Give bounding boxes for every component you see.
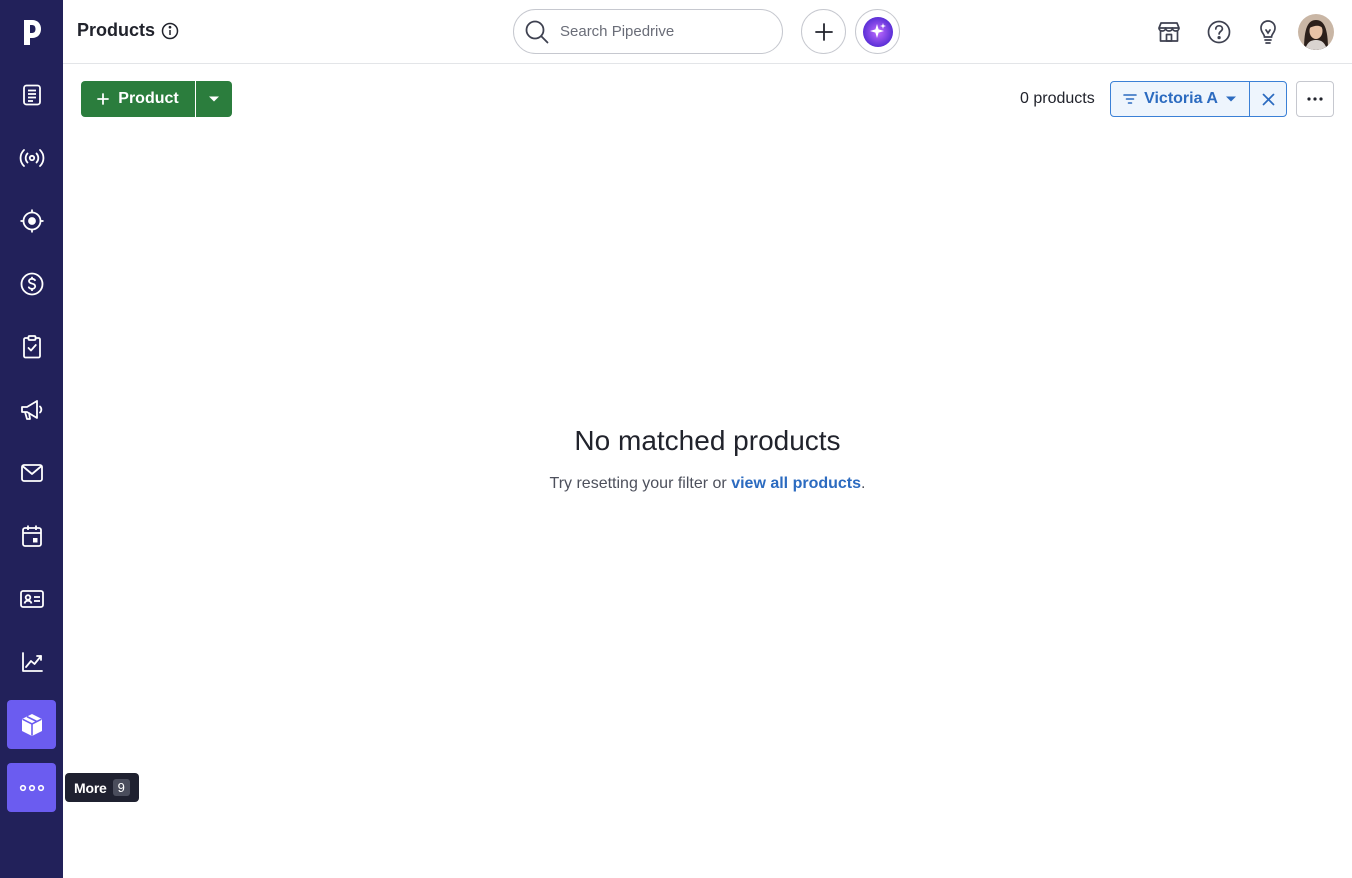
- ellipsis-icon: [1307, 97, 1323, 101]
- ai-assistant-button[interactable]: [855, 9, 900, 54]
- sidebar-item-deals[interactable]: [7, 259, 56, 308]
- info-icon[interactable]: [161, 22, 179, 40]
- clipboard-check-icon: [22, 334, 41, 358]
- products-count: 0 products: [1020, 90, 1095, 107]
- sidebar-item-products[interactable]: [7, 700, 56, 749]
- leads-icon: [22, 84, 41, 105]
- more-dots-icon: [19, 784, 44, 791]
- page-title: Products: [77, 20, 179, 41]
- box-icon: [21, 713, 42, 736]
- store-icon: [1158, 22, 1180, 42]
- target-icon: [20, 209, 43, 232]
- sidebar-item-deals-target[interactable]: [7, 196, 56, 245]
- caret-down-icon: [1225, 96, 1236, 102]
- marketplace-button[interactable]: [1154, 17, 1184, 47]
- plus-icon: [814, 22, 833, 41]
- search-bar[interactable]: [513, 9, 783, 54]
- caret-down-icon: [209, 96, 219, 102]
- add-product-label: Product: [118, 90, 179, 107]
- tips-button[interactable]: [1253, 17, 1283, 47]
- sidebar: [0, 0, 63, 878]
- add-product-dropdown-button[interactable]: [196, 81, 232, 117]
- close-icon: [1262, 93, 1274, 105]
- filter-icon: [1123, 94, 1137, 104]
- sidebar-item-mail[interactable]: [7, 448, 56, 497]
- search-input[interactable]: [560, 23, 760, 40]
- clear-filter-button[interactable]: [1250, 82, 1286, 116]
- sidebar-item-contacts[interactable]: [7, 574, 56, 623]
- sidebar-item-leads[interactable]: [7, 70, 56, 119]
- more-actions-button[interactable]: [1296, 81, 1334, 117]
- sidebar-item-campaigns[interactable]: [7, 385, 56, 434]
- search-icon: [525, 20, 549, 43]
- products-toolbar: Product 0 products Victoria A: [63, 64, 1352, 134]
- ai-sparkle-icon: [862, 16, 893, 47]
- broadcast-icon: [19, 148, 44, 167]
- user-avatar[interactable]: [1298, 14, 1334, 50]
- dollar-icon: [20, 272, 43, 295]
- contact-card-icon: [19, 589, 44, 608]
- help-icon: [1207, 20, 1231, 44]
- more-tooltip: More 9: [65, 773, 139, 802]
- owner-filter: Victoria A: [1110, 81, 1287, 117]
- help-button[interactable]: [1204, 17, 1234, 47]
- empty-state-text-after: .: [861, 475, 866, 492]
- tooltip-shortcut: 9: [112, 779, 130, 796]
- avatar-image: [1298, 14, 1334, 50]
- empty-state-text-before: Try resetting your filter or: [549, 475, 732, 492]
- chart-icon: [21, 651, 43, 672]
- tooltip-label: More: [74, 779, 107, 796]
- empty-state-title: No matched products: [574, 425, 841, 456]
- empty-state-text: Try resetting your filter or view all pr…: [63, 475, 1352, 493]
- owner-filter-label: Victoria A: [1144, 90, 1218, 107]
- calendar-icon: [21, 525, 42, 547]
- view-all-products-link[interactable]: view all products: [731, 475, 861, 492]
- plus-icon: [97, 93, 110, 105]
- owner-filter-button[interactable]: Victoria A: [1111, 82, 1250, 116]
- pipedrive-logo-icon: [23, 19, 41, 45]
- quick-add-button[interactable]: [801, 9, 846, 54]
- mail-icon: [20, 463, 43, 482]
- sidebar-item-insights[interactable]: [7, 637, 56, 686]
- add-product-split-button: Product: [81, 81, 232, 117]
- sidebar-item-calendar[interactable]: [7, 511, 56, 560]
- sidebar-item-more[interactable]: [7, 763, 56, 812]
- add-product-button[interactable]: Product: [81, 81, 195, 117]
- sidebar-item-activities[interactable]: [7, 322, 56, 371]
- sidebar-item-broadcast[interactable]: [7, 133, 56, 182]
- megaphone-icon: [20, 399, 42, 420]
- empty-state: No matched products Try resetting your f…: [63, 425, 1352, 493]
- page-title-text: Products: [77, 20, 156, 40]
- lightbulb-icon: [1260, 20, 1276, 44]
- top-bar: Products: [63, 0, 1352, 64]
- pipedrive-logo[interactable]: [0, 0, 63, 63]
